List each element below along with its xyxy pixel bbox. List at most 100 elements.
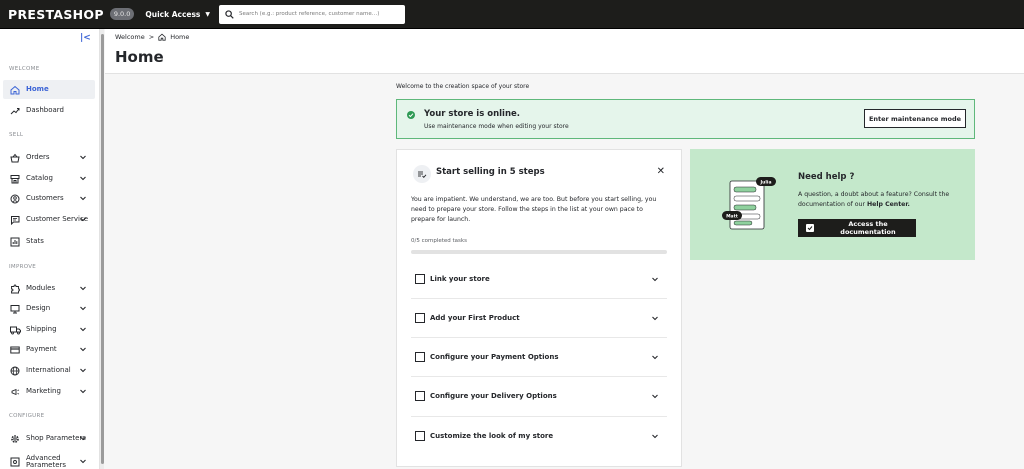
task-label: Add your First Product	[430, 314, 520, 322]
list-check-icon	[413, 165, 431, 183]
puzzle-icon	[9, 283, 21, 295]
welcome-text: Welcome to the creation space of your st…	[396, 83, 530, 90]
task-label: Link your store	[430, 274, 490, 283]
task-delivery-options[interactable]: Configure your Delivery Options	[411, 376, 667, 415]
task-checkbox[interactable]	[415, 313, 425, 323]
store-icon	[9, 173, 21, 185]
search-icon	[225, 9, 234, 19]
help-title: Need help ?	[798, 172, 855, 182]
task-checkbox[interactable]	[415, 273, 425, 284]
breadcrumb: Welcome > Home	[115, 33, 189, 41]
chevron-down-icon	[80, 155, 86, 160]
check-circle-icon	[407, 111, 415, 119]
task-label: Configure your Payment Options	[430, 353, 559, 361]
sidebar-item-catalog[interactable]: Catalog	[3, 169, 95, 188]
breadcrumb-separator: >	[148, 33, 155, 41]
help-center-link[interactable]: Help Center.	[867, 201, 910, 208]
bubble-julia: Julia	[760, 179, 772, 185]
sidebar-item-advanced-parameters[interactable]: Advanced Parameters	[3, 452, 95, 469]
chevron-down-icon	[80, 217, 86, 222]
sidebar-item-customers[interactable]: Customers	[3, 189, 95, 208]
store-online-alert: Your store is online. Use maintenance mo…	[396, 99, 975, 139]
sidebar-item-design[interactable]: Design	[3, 299, 95, 318]
chevron-down-icon	[80, 389, 86, 394]
home-icon	[9, 84, 21, 96]
sidebar-item-stats[interactable]: Stats	[3, 232, 95, 251]
task-customize-store[interactable]: Customize the look of my store	[411, 416, 667, 455]
settings-icon	[9, 456, 21, 468]
search-input[interactable]	[239, 11, 400, 17]
task-payment-options[interactable]: Configure your Payment Options	[411, 337, 667, 376]
trend-icon	[9, 105, 21, 117]
task-label: Customize the look of my store	[430, 432, 554, 440]
sidebar-item-modules[interactable]: Modules	[3, 279, 95, 298]
sidebar-item-shop-parameters[interactable]: Shop Parameters	[3, 429, 95, 448]
gear-icon	[9, 433, 21, 445]
store-online-subtitle: Use maintenance mode when editing your s…	[424, 123, 569, 130]
cart-icon	[9, 152, 21, 164]
task-first-product[interactable]: Add your First Product	[411, 298, 667, 337]
task-checkbox[interactable]	[415, 391, 425, 401]
card-icon	[9, 344, 21, 356]
sidebar-item-customer-service[interactable]: Customer Service	[3, 210, 95, 229]
sidebar-item-marketing[interactable]: Marketing	[3, 382, 95, 401]
store-online-title: Your store is online.	[424, 109, 520, 119]
chevron-down-icon	[80, 176, 86, 181]
task-link-store[interactable]: Link your store	[411, 259, 667, 298]
sidebar: |< WELCOME Home Dashboard SELL Orders Ca…	[0, 29, 100, 469]
bubble-matt: Matt	[726, 213, 739, 219]
sidebar-item-label: Dashboard	[26, 106, 64, 114]
chevron-down-icon	[652, 394, 658, 399]
onboarding-steps-card: Start selling in 5 steps ✕ You are impat…	[396, 149, 682, 467]
help-card: Julia Matt Need help ? A question, a dou…	[690, 149, 975, 260]
home-icon	[158, 33, 166, 41]
task-checkbox[interactable]	[415, 431, 425, 441]
chevron-down-icon	[80, 327, 86, 332]
chevron-down-icon	[80, 286, 86, 291]
progress-label: 0/5 completed tasks	[411, 238, 467, 244]
quick-access-label: Quick Access	[145, 9, 201, 19]
sidebar-item-orders[interactable]: Orders	[3, 148, 95, 167]
sidebar-item-home[interactable]: Home	[3, 80, 95, 99]
page-header: Welcome > Home Home	[105, 29, 1024, 74]
truck-icon	[9, 324, 21, 336]
chevron-down-icon	[652, 316, 658, 321]
chevron-down-icon	[652, 277, 658, 281]
task-label: Configure your Delivery Options	[430, 392, 557, 400]
sidebar-item-label: Home	[26, 85, 49, 93]
chevron-down-icon	[80, 459, 86, 464]
search-box[interactable]	[219, 4, 406, 24]
chevron-down-icon	[80, 368, 86, 373]
breadcrumb-welcome[interactable]: Welcome	[115, 33, 145, 41]
sidebar-item-shipping[interactable]: Shipping	[3, 320, 95, 339]
section-improve: IMPROVE	[9, 264, 37, 270]
globe-icon	[9, 365, 21, 377]
breadcrumb-home: Home	[170, 33, 190, 41]
close-icon[interactable]: ✕	[657, 166, 665, 177]
top-bar: PRESTASHOP 9.0.0 Quick Access ▼	[0, 0, 1024, 29]
chevron-down-icon	[80, 306, 86, 311]
access-documentation-label: Access the documentation	[840, 220, 896, 236]
monitor-icon	[9, 303, 21, 315]
chevron-down-icon	[652, 355, 658, 360]
progress-bar	[411, 250, 667, 254]
sidebar-item-payment[interactable]: Payment	[3, 340, 95, 359]
access-documentation-button[interactable]: Access the documentation	[798, 219, 916, 237]
task-checkbox[interactable]	[415, 352, 425, 362]
chevron-down-icon	[652, 434, 658, 439]
prestashop-logo[interactable]: PRESTASHOP	[8, 7, 104, 22]
version-badge: 9.0.0	[109, 8, 135, 20]
sidebar-item-label: Stats	[26, 237, 44, 245]
maintenance-mode-button[interactable]: Enter maintenance mode	[864, 109, 966, 128]
steps-description: You are impatient. We understand, we are…	[411, 196, 657, 223]
sidebar-item-international[interactable]: International	[3, 361, 95, 380]
chevron-down-icon	[80, 436, 86, 441]
sidebar-scrollbar-thumb[interactable]	[101, 34, 104, 464]
section-configure: CONFIGURE	[9, 413, 45, 419]
section-sell: SELL	[9, 132, 24, 138]
chevron-down-icon	[80, 347, 86, 352]
quick-access-menu[interactable]: Quick Access ▼	[145, 10, 210, 19]
chat-icon	[9, 214, 21, 226]
sidebar-item-dashboard[interactable]: Dashboard	[3, 101, 95, 120]
collapse-sidebar-icon[interactable]: |<	[80, 33, 91, 43]
